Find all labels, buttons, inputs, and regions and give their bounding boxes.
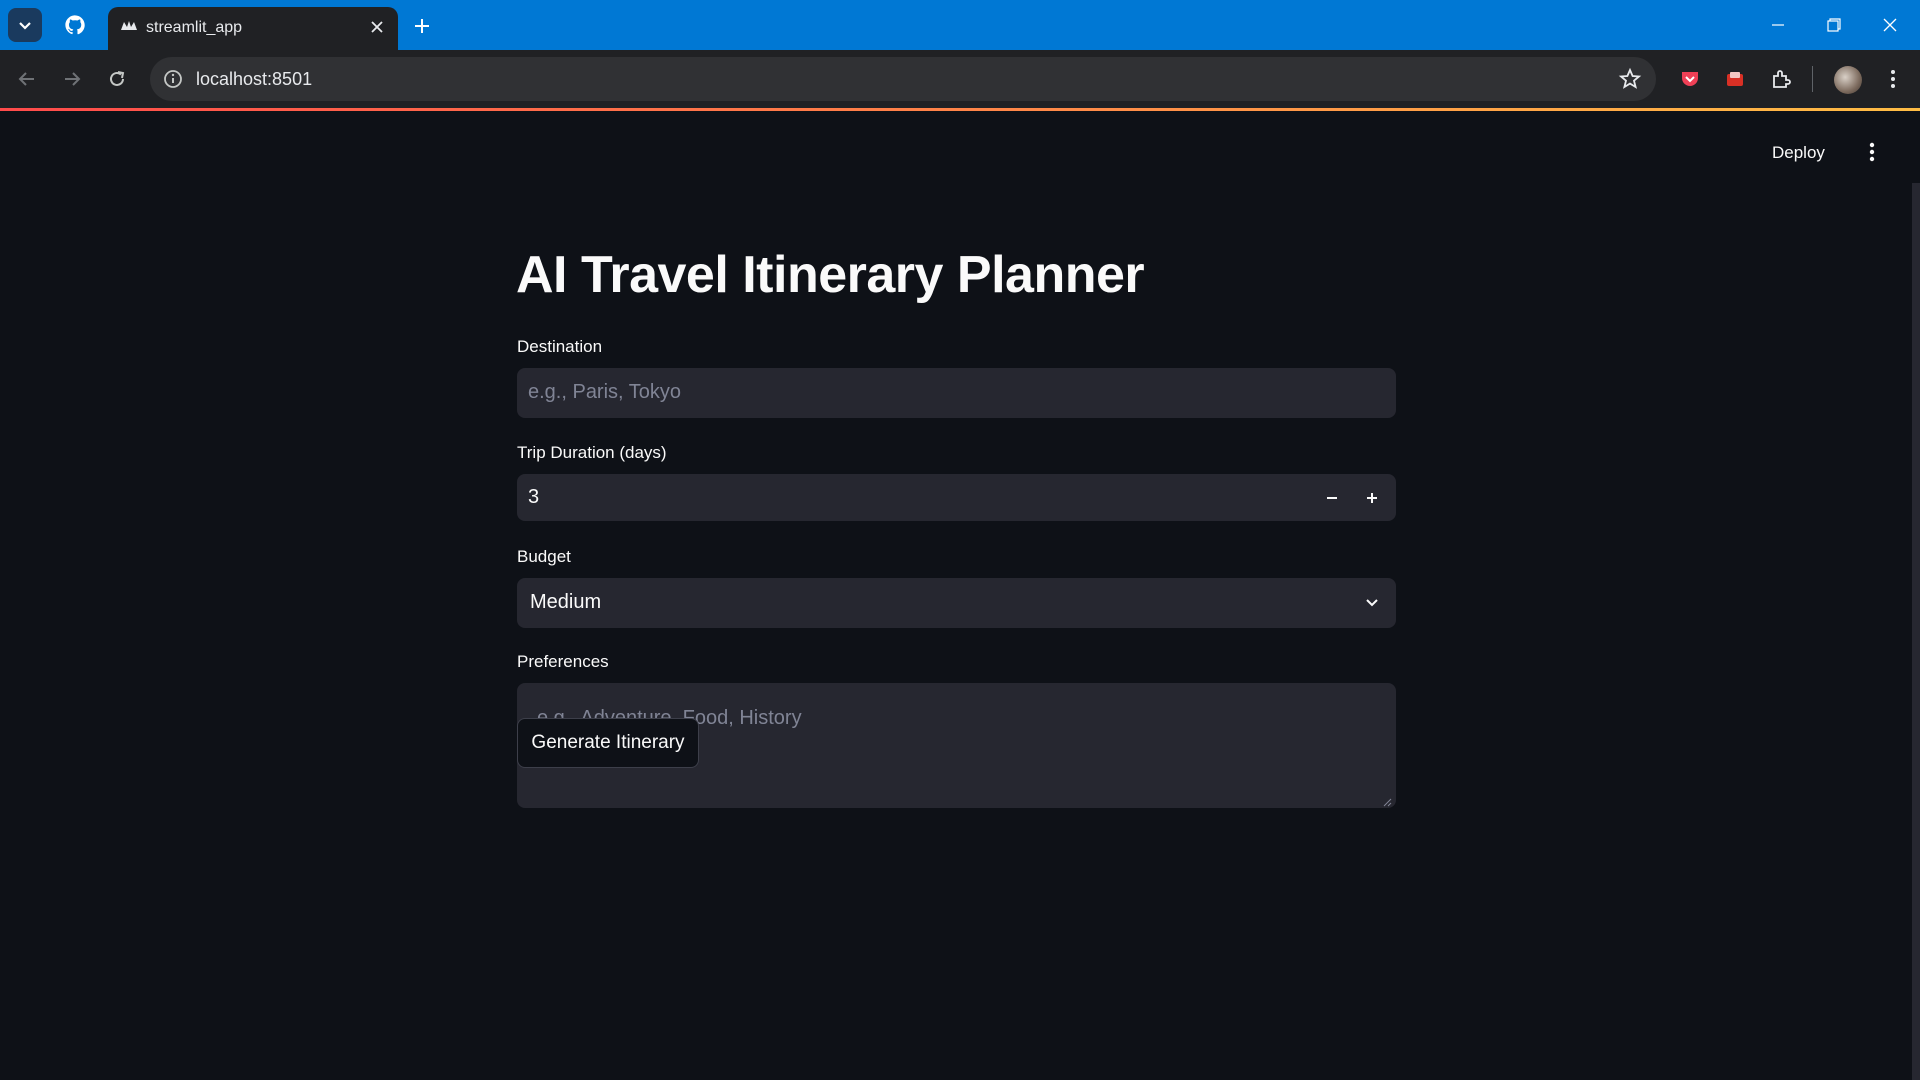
reload-icon[interactable] (100, 62, 134, 96)
minus-icon[interactable] (1312, 474, 1352, 521)
destination-input[interactable]: e.g., Paris, Tokyo (517, 368, 1396, 418)
scrollbar[interactable] (1912, 183, 1920, 1080)
destination-placeholder: e.g., Paris, Tokyo (528, 381, 682, 403)
star-icon[interactable] (1618, 67, 1642, 91)
more-vert-icon[interactable] (1862, 139, 1882, 165)
minimize-icon[interactable] (1750, 0, 1806, 50)
budget-label: Budget (517, 547, 571, 566)
page-title: AI Travel Itinerary Planner (516, 246, 1145, 304)
budget-select[interactable]: Medium (517, 578, 1396, 628)
browser-tab[interactable]: streamlit_app (108, 7, 398, 50)
restore-icon[interactable] (1806, 0, 1862, 50)
window-close-icon[interactable] (1862, 0, 1918, 50)
extensions-icon[interactable] (1765, 63, 1797, 95)
plus-icon[interactable] (1352, 474, 1392, 521)
back-icon[interactable] (10, 62, 44, 96)
more-vert-icon[interactable] (1877, 63, 1909, 95)
toolbar-separator (1812, 66, 1813, 92)
github-icon[interactable] (58, 8, 92, 42)
browser-titlebar: streamlit_app (0, 0, 1920, 50)
tab-title: streamlit_app (146, 19, 243, 36)
plus-icon[interactable] (406, 10, 438, 42)
browser-toolbar: localhost:8501 (0, 50, 1920, 108)
close-icon[interactable] (366, 16, 388, 38)
forward-icon[interactable] (55, 62, 89, 96)
preferences-label: Preferences (517, 652, 609, 671)
tab-search-icon[interactable] (8, 8, 42, 42)
duration-label: Trip Duration (days) (517, 443, 667, 462)
duration-value[interactable]: 3 (528, 486, 539, 509)
deploy-button[interactable]: Deploy (1772, 143, 1825, 163)
chevron-down-icon[interactable] (1362, 592, 1382, 612)
address-bar[interactable]: localhost:8501 (150, 57, 1656, 101)
generate-itinerary-button[interactable]: Generate Itinerary (517, 718, 699, 768)
app-main: Deploy AI Travel Itinerary Planner Desti… (0, 111, 1920, 1080)
pocket-icon[interactable] (1674, 63, 1706, 95)
budget-selected-value: Medium (530, 591, 602, 613)
info-icon[interactable] (162, 68, 184, 90)
streamlit-favicon-icon (120, 18, 138, 36)
destination-label: Destination (517, 337, 603, 356)
cast-icon[interactable] (1719, 63, 1751, 95)
avatar[interactable] (1834, 66, 1862, 94)
url-text: localhost:8501 (196, 69, 313, 89)
duration-stepper[interactable]: 3 (517, 474, 1396, 521)
resize-handle-icon[interactable] (1382, 794, 1392, 807)
